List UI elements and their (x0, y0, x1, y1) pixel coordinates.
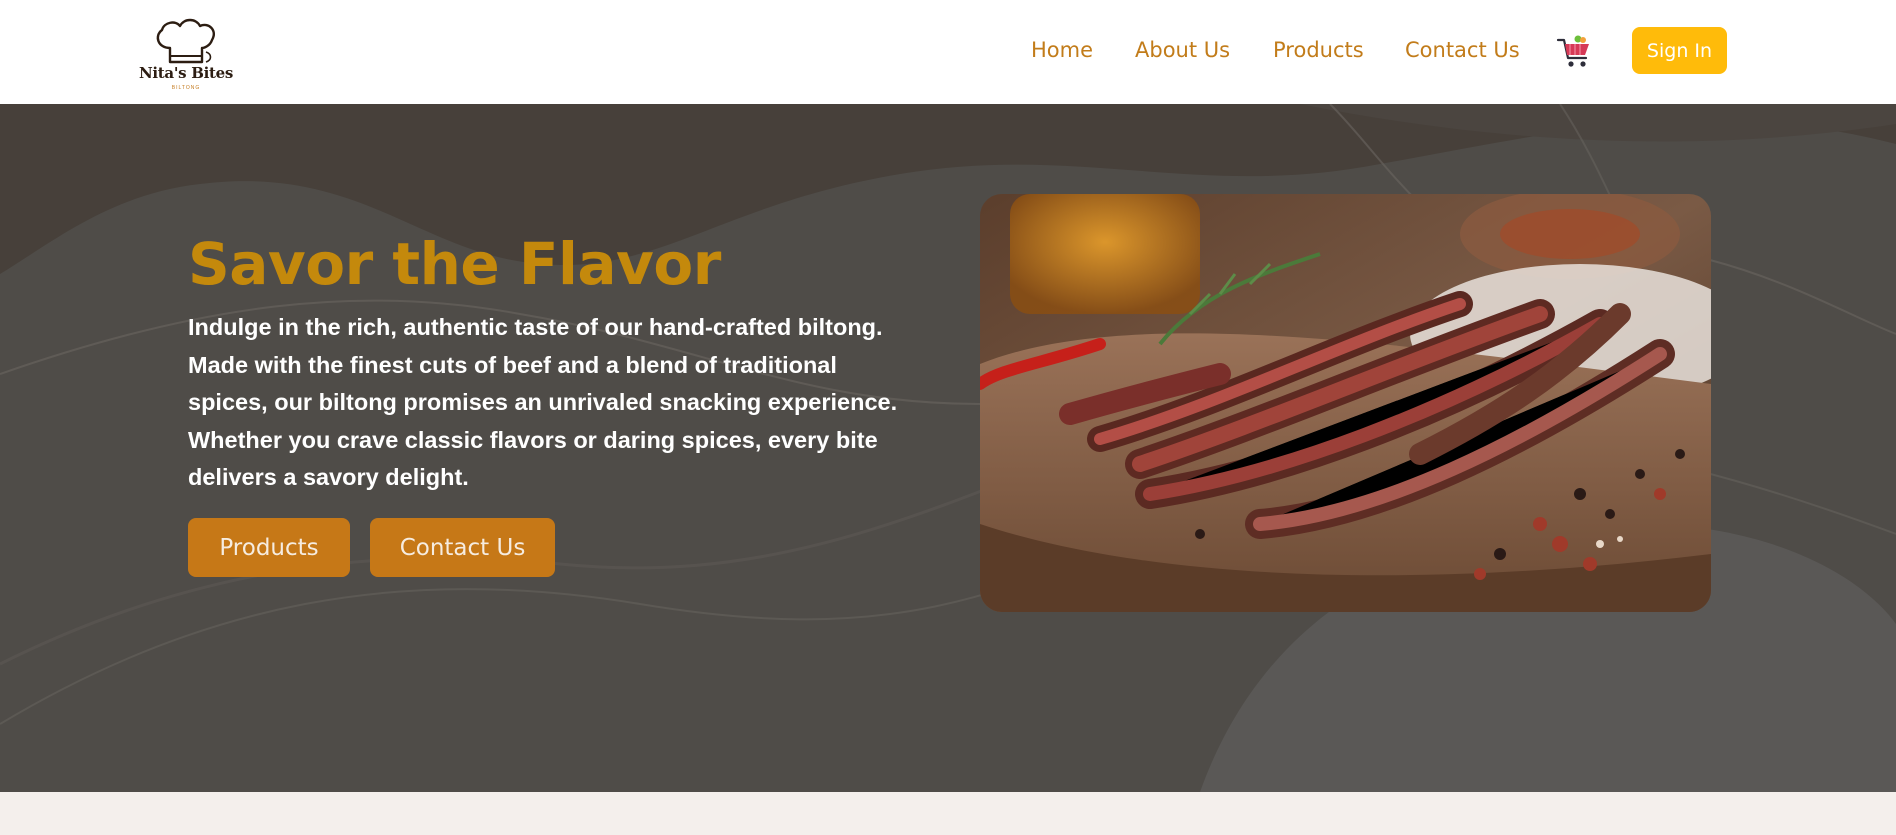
shopping-cart-button[interactable] (1556, 34, 1592, 70)
hero-biltong-image (980, 194, 1711, 612)
hero-contact-us-button[interactable]: Contact Us (370, 518, 555, 577)
brand-name: Nita's Bites (138, 64, 233, 82)
nav-link-products[interactable]: Products (1273, 34, 1364, 66)
nav-link-about-us[interactable]: About Us (1135, 34, 1230, 66)
site-header: Nita's Bites BILTONG Home About Us Produ… (0, 0, 1896, 104)
nav-link-home[interactable]: Home (1031, 34, 1093, 66)
chef-hat-icon (156, 18, 215, 64)
hero-products-button[interactable]: Products (188, 518, 350, 577)
shopping-cart-icon (1556, 35, 1589, 67)
brand-logo[interactable]: Nita's Bites BILTONG (138, 18, 234, 94)
next-section-strip (0, 792, 1896, 835)
hero-description: Indulge in the rich, authentic taste of … (188, 314, 898, 491)
brand-tagline: BILTONG (171, 85, 201, 91)
sign-in-button[interactable]: Sign In (1632, 27, 1727, 74)
hero-title: Savor the Flavor (188, 230, 721, 298)
hero-section: Savor the Flavor Indulge in the rich, au… (0, 104, 1896, 792)
nav-link-contact-us[interactable]: Contact Us (1405, 34, 1520, 66)
